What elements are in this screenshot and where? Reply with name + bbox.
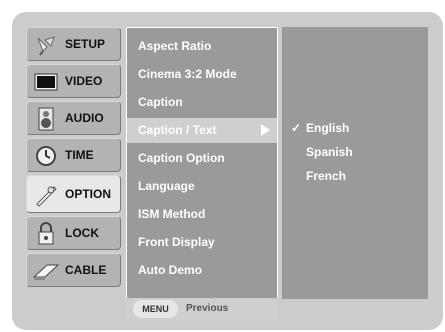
monitor-icon [33,69,59,95]
menu-item-caption-option[interactable]: Caption Option [138,147,225,169]
option-menu: Aspect Ratio Cinema 3:2 Mode Caption Cap… [126,27,278,299]
submenu-item-french[interactable]: French [306,166,346,186]
menu-item-caption[interactable]: Caption [138,91,183,113]
sidebar-item-option[interactable]: OPTION [26,175,121,213]
sidebar-item-label: OPTION [65,187,112,201]
menu-item-aspect-ratio[interactable]: Aspect Ratio [138,35,211,57]
right-arrow-icon [261,124,270,136]
menu-item-cinema-mode[interactable]: Cinema 3:2 Mode [138,63,237,85]
caption-text-submenu: ✓ English Spanish French [282,27,428,299]
menu-item-caption-text[interactable]: Caption / Text [127,118,277,143]
sidebar-item-audio[interactable]: AUDIO [26,101,121,135]
satellite-icon [33,32,59,58]
sidebar-item-label: SETUP [65,37,106,51]
sidebar-item-video[interactable]: VIDEO [26,64,121,98]
previous-label: Previous [186,303,229,314]
menu-item-language[interactable]: Language [138,175,195,197]
submenu-item-spanish[interactable]: Spanish [306,142,353,162]
clock-icon [33,143,59,169]
speaker-icon [33,106,59,132]
menu-item-auto-demo[interactable]: Auto Demo [138,259,202,281]
menu-button[interactable]: MENU [133,300,178,318]
sidebar-item-label: LOCK [65,226,99,240]
sidebar-item-label: CABLE [65,263,107,277]
sidebar-item-cable[interactable]: CABLE [26,253,121,287]
menu-item-front-display[interactable]: Front Display [138,231,215,253]
submenu-item-english[interactable]: English [306,118,349,138]
sidebar-item-label: TIME [65,148,94,162]
option-icon [33,182,59,208]
lock-icon [33,221,59,247]
menu-item-label: Caption / Text [138,123,217,137]
sidebar-item-lock[interactable]: LOCK [26,216,121,250]
sidebar-item-label: VIDEO [65,74,103,88]
sidebar-item-setup[interactable]: SETUP [26,27,121,61]
cable-icon [33,258,59,284]
menu-item-ism-method[interactable]: ISM Method [138,203,205,225]
sidebar-item-time[interactable]: TIME [26,138,121,172]
check-icon: ✓ [291,121,302,135]
sidebar-item-label: AUDIO [65,111,104,125]
